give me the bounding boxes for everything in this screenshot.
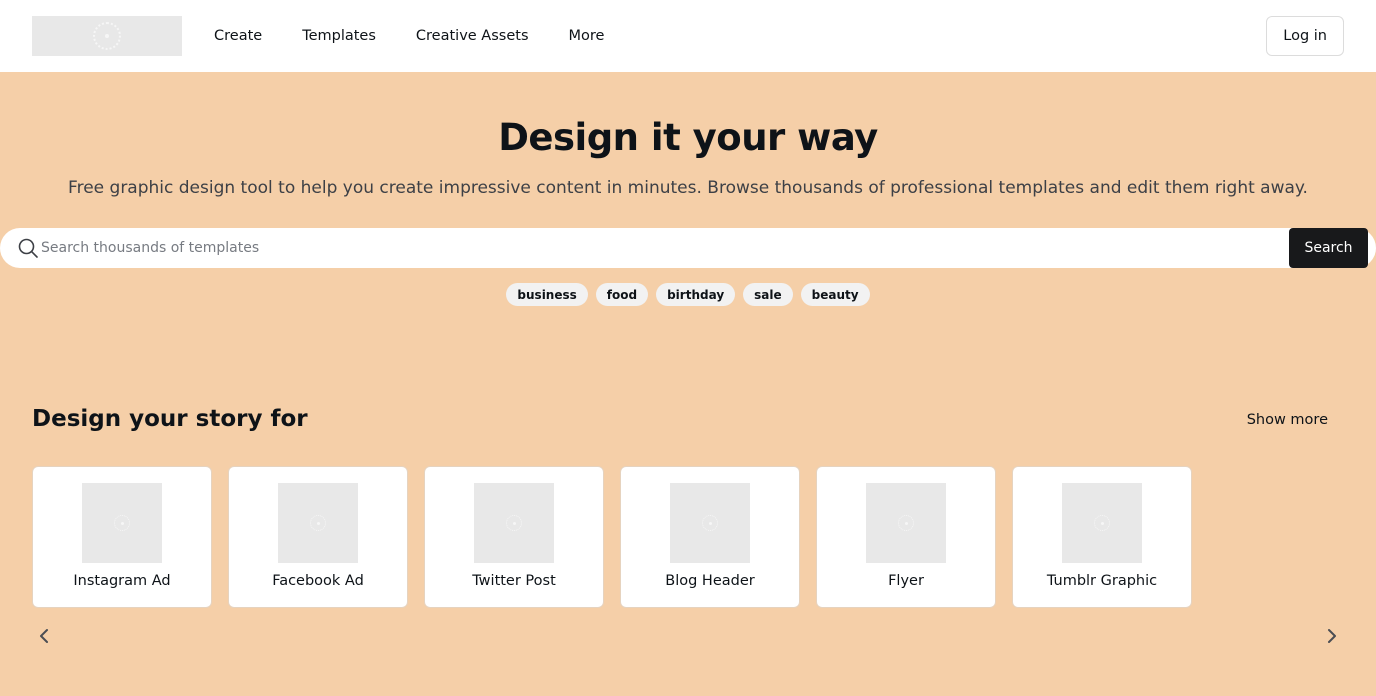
card-thumbnail	[1062, 483, 1142, 563]
search-button[interactable]: Search	[1289, 228, 1368, 268]
carousel-next-button[interactable]	[1320, 624, 1344, 648]
card-thumbnail	[866, 483, 946, 563]
hero-title: Design it your way	[498, 116, 878, 159]
card-label: Flyer	[888, 573, 924, 589]
loading-spinner-icon	[506, 515, 522, 531]
chevron-right-icon	[1328, 629, 1336, 643]
loading-spinner-icon	[1094, 515, 1110, 531]
card-thumbnail	[474, 483, 554, 563]
search-icon	[18, 238, 38, 258]
nav-item-create[interactable]: Create	[214, 28, 262, 44]
tag-sale[interactable]: sale	[743, 283, 793, 306]
show-more-link[interactable]: Show more	[1247, 412, 1328, 428]
tag-birthday[interactable]: birthday	[656, 283, 736, 306]
nav-item-creative-assets[interactable]: Creative Assets	[416, 28, 529, 44]
card-label: Blog Header	[665, 573, 755, 589]
carousel-prev-button[interactable]	[32, 624, 56, 648]
design-card-flyer[interactable]: Flyer	[816, 466, 996, 608]
loading-spinner-icon	[93, 22, 121, 50]
card-thumbnail	[278, 483, 358, 563]
loading-spinner-icon	[114, 515, 130, 531]
card-thumbnail	[82, 483, 162, 563]
top-navigation-bar: Create Templates Creative Assets More Lo…	[0, 0, 1376, 72]
design-type-carousel: Instagram Ad Facebook Ad Twitter Post Bl…	[32, 466, 1192, 608]
search-input[interactable]	[41, 228, 1281, 268]
design-card-instagram-ad[interactable]: Instagram Ad	[32, 466, 212, 608]
card-thumbnail	[670, 483, 750, 563]
loading-spinner-icon	[702, 515, 718, 531]
nav-item-templates[interactable]: Templates	[302, 28, 376, 44]
loading-spinner-icon	[898, 515, 914, 531]
suggested-tags: business food birthday sale beauty	[0, 283, 1376, 306]
search-bar	[0, 228, 1376, 268]
design-card-facebook-ad[interactable]: Facebook Ad	[228, 466, 408, 608]
hero-subtitle: Free graphic design tool to help you cre…	[68, 178, 1308, 198]
logo[interactable]	[32, 16, 182, 56]
tag-beauty[interactable]: beauty	[800, 283, 870, 306]
tag-business[interactable]: business	[506, 283, 588, 306]
design-card-twitter-post[interactable]: Twitter Post	[424, 466, 604, 608]
card-label: Facebook Ad	[272, 573, 364, 589]
tag-food[interactable]: food	[595, 283, 649, 306]
nav-item-more[interactable]: More	[569, 28, 605, 44]
design-card-blog-header[interactable]: Blog Header	[620, 466, 800, 608]
main-nav: Create Templates Creative Assets More	[214, 0, 644, 72]
login-button[interactable]: Log in	[1266, 16, 1344, 56]
loading-spinner-icon	[310, 515, 326, 531]
card-label: Tumblr Graphic	[1046, 573, 1158, 589]
chevron-left-icon	[40, 629, 48, 643]
card-label: Twitter Post	[472, 573, 556, 589]
section-title: Design your story for	[32, 406, 308, 432]
card-label: Instagram Ad	[73, 573, 171, 589]
design-card-tumblr-graphic[interactable]: Tumblr Graphic	[1012, 466, 1192, 608]
